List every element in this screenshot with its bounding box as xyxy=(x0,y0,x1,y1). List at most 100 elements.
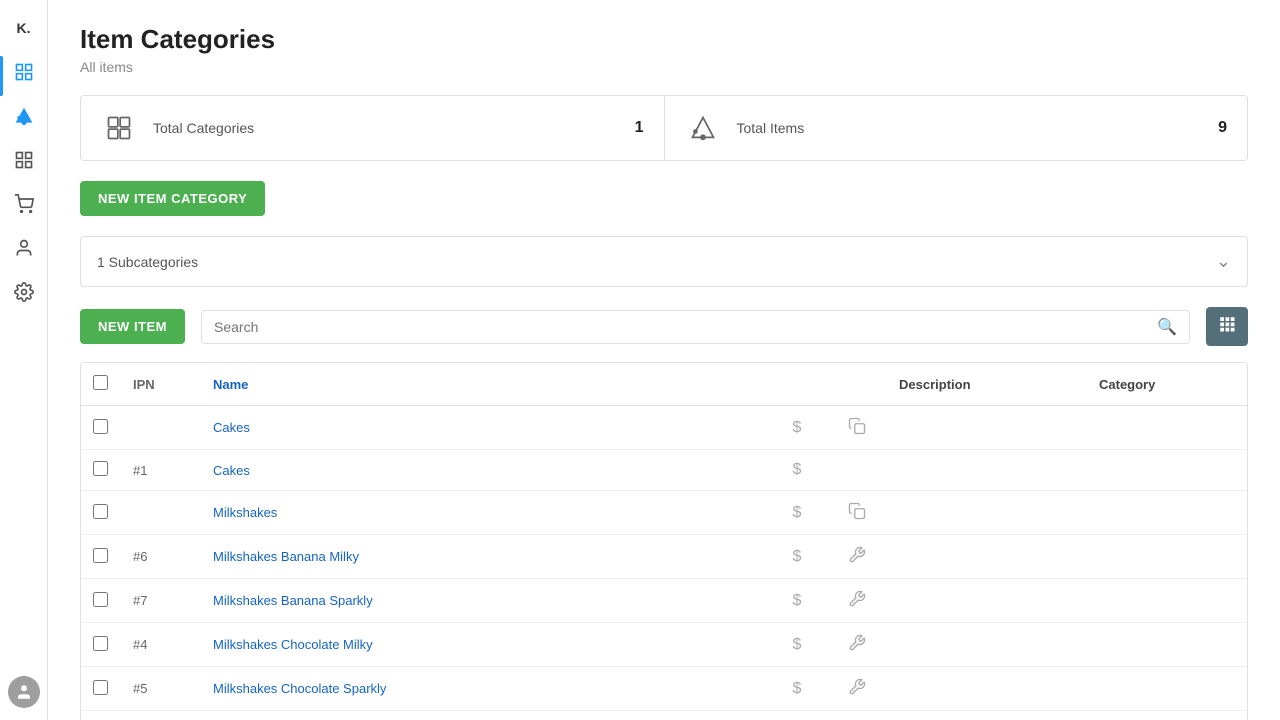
tools-icon[interactable] xyxy=(827,623,887,667)
items-table: IPN Name Description Category Cakes$ #1C… xyxy=(80,362,1248,720)
row-name[interactable]: Milkshakes Chocolate Milky xyxy=(201,623,767,667)
search-icon: 🔍 xyxy=(1157,317,1177,337)
row-name[interactable]: Milkshakes Banana Milky xyxy=(201,535,767,579)
stats-row: Total Categories 1 Total Items 9 xyxy=(80,95,1248,161)
row-checkbox[interactable] xyxy=(93,461,108,476)
sidebar-item-grid[interactable] xyxy=(4,140,44,180)
row-description xyxy=(887,667,1087,711)
sidebar-item-person[interactable] xyxy=(4,228,44,268)
row-checkbox[interactable] xyxy=(93,504,108,519)
dollar-icon[interactable]: $ xyxy=(767,450,827,491)
user-avatar[interactable] xyxy=(8,676,40,708)
page-title: Item Categories xyxy=(80,24,1248,55)
row-category xyxy=(1087,579,1247,623)
new-category-button[interactable]: NEW ITEM CATEGORY xyxy=(80,181,265,216)
action-placeholder[interactable] xyxy=(827,450,887,491)
row-checkbox[interactable] xyxy=(93,680,108,695)
table-row: #1Cakes$ xyxy=(81,450,1247,491)
row-ipn: #7 xyxy=(121,579,201,623)
row-name[interactable]: Cakes xyxy=(201,450,767,491)
row-ipn: #4 xyxy=(121,623,201,667)
row-description xyxy=(887,535,1087,579)
sidebar-item-items[interactable] xyxy=(4,96,44,136)
main-content: Item Categories All items Total Categori… xyxy=(48,0,1280,720)
table-row: #7Milkshakes Banana Sparkly$ xyxy=(81,579,1247,623)
row-name[interactable]: Milkshakes Chocolate Sparkly xyxy=(201,667,767,711)
row-name[interactable]: Milkshakes xyxy=(201,491,767,535)
dollar-icon[interactable]: $ xyxy=(767,406,827,450)
new-item-button[interactable]: NEW ITEM xyxy=(80,309,185,344)
subcategories-label: 1 Subcategories xyxy=(97,254,198,270)
table-row: #2Milkshakes Strawberry Milky$ xyxy=(81,711,1247,720)
row-category xyxy=(1087,450,1247,491)
row-description xyxy=(887,406,1087,450)
row-category xyxy=(1087,667,1247,711)
row-ipn: #6 xyxy=(121,535,201,579)
col-icon1 xyxy=(767,363,827,406)
row-description xyxy=(887,623,1087,667)
row-category xyxy=(1087,491,1247,535)
table-row: #6Milkshakes Banana Milky$ xyxy=(81,535,1247,579)
row-name[interactable]: Milkshakes Strawberry Milky xyxy=(201,711,767,720)
tools-icon[interactable] xyxy=(827,667,887,711)
copy-icon[interactable] xyxy=(827,491,887,535)
subcategories-bar[interactable]: 1 Subcategories ⌄ xyxy=(80,236,1248,287)
row-category xyxy=(1087,535,1247,579)
toolbar: NEW ITEM 🔍 xyxy=(80,307,1248,346)
tools-icon[interactable] xyxy=(827,711,887,720)
tools-icon[interactable] xyxy=(827,535,887,579)
page-subtitle: All items xyxy=(80,59,1248,75)
dollar-icon[interactable]: $ xyxy=(767,579,827,623)
total-categories-value: 1 xyxy=(635,119,644,137)
table-row: Milkshakes$ xyxy=(81,491,1247,535)
tools-icon[interactable] xyxy=(827,579,887,623)
dollar-icon[interactable]: $ xyxy=(767,623,827,667)
row-category xyxy=(1087,623,1247,667)
row-checkbox[interactable] xyxy=(93,636,108,651)
total-items-value: 9 xyxy=(1218,119,1227,137)
row-category xyxy=(1087,711,1247,720)
row-category xyxy=(1087,406,1247,450)
dollar-icon[interactable]: $ xyxy=(767,535,827,579)
search-wrapper: 🔍 xyxy=(201,310,1190,344)
sidebar: K. xyxy=(0,0,48,720)
col-name: Name xyxy=(201,363,767,406)
row-ipn xyxy=(121,406,201,450)
category-icon xyxy=(101,110,137,146)
row-ipn: #5 xyxy=(121,667,201,711)
table-row: #4Milkshakes Chocolate Milky$ xyxy=(81,623,1247,667)
row-name[interactable]: Cakes xyxy=(201,406,767,450)
total-items-label: Total Items xyxy=(737,120,1203,136)
col-icon2 xyxy=(827,363,887,406)
table-row: Cakes$ xyxy=(81,406,1247,450)
row-description xyxy=(887,491,1087,535)
chevron-down-icon: ⌄ xyxy=(1216,251,1231,272)
row-ipn xyxy=(121,491,201,535)
stat-total-categories: Total Categories 1 xyxy=(81,96,665,160)
sidebar-item-tools[interactable] xyxy=(4,272,44,312)
col-category: Category xyxy=(1087,363,1247,406)
col-ipn: IPN xyxy=(121,363,201,406)
row-ipn: #2 xyxy=(121,711,201,720)
sidebar-item-dashboard[interactable] xyxy=(4,52,44,92)
view-toggle-button[interactable] xyxy=(1206,307,1248,346)
sidebar-item-cart[interactable] xyxy=(4,184,44,224)
copy-icon[interactable] xyxy=(827,406,887,450)
total-categories-label: Total Categories xyxy=(153,120,619,136)
row-checkbox[interactable] xyxy=(93,419,108,434)
row-description xyxy=(887,711,1087,720)
row-name[interactable]: Milkshakes Banana Sparkly xyxy=(201,579,767,623)
sidebar-item-logo[interactable]: K. xyxy=(4,8,44,48)
row-description xyxy=(887,579,1087,623)
search-input[interactable] xyxy=(214,319,1157,335)
row-checkbox[interactable] xyxy=(93,548,108,563)
dollar-icon[interactable]: $ xyxy=(767,711,827,720)
table-row: #5Milkshakes Chocolate Sparkly$ xyxy=(81,667,1247,711)
col-description: Description xyxy=(887,363,1087,406)
dollar-icon[interactable]: $ xyxy=(767,667,827,711)
select-all-checkbox[interactable] xyxy=(93,375,108,390)
dollar-icon[interactable]: $ xyxy=(767,491,827,535)
stat-total-items: Total Items 9 xyxy=(665,96,1248,160)
row-checkbox[interactable] xyxy=(93,592,108,607)
items-icon xyxy=(685,110,721,146)
